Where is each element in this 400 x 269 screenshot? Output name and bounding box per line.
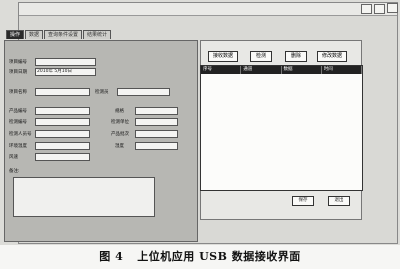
field-label: 规格 <box>115 109 124 114</box>
project-date-field[interactable]: 2010年 5月10日 <box>35 68 96 76</box>
field-label: 项目编号 <box>9 60 27 65</box>
inspector-id-field[interactable] <box>35 130 90 138</box>
product-number-field[interactable] <box>35 107 90 115</box>
field-label: 检测人员号 <box>9 132 32 137</box>
table-header: 序号 通道 数据 时间 <box>201 66 362 74</box>
product-batch-field[interactable] <box>135 130 178 138</box>
data-table[interactable]: 序号 通道 数据 时间 <box>200 65 363 191</box>
humidity-field[interactable] <box>135 142 178 150</box>
figure-caption: 图 4 上位机应用 USB 数据接收界面 <box>0 248 400 264</box>
project-number-field[interactable] <box>35 58 96 66</box>
temperature-field[interactable] <box>35 142 90 150</box>
field-label: 项目日期 <box>9 70 27 75</box>
close-icon[interactable] <box>387 3 398 13</box>
maximize-icon[interactable] <box>374 4 385 14</box>
field-label: 检测单位 <box>111 120 129 125</box>
test-unit-field[interactable] <box>135 118 178 126</box>
test-number-field[interactable] <box>35 118 90 126</box>
field-label: 环境温度 <box>9 144 27 149</box>
check-button[interactable]: 检测 <box>250 51 272 62</box>
field-label: 产品批次 <box>111 132 129 137</box>
edit-data-button[interactable]: 修改数据 <box>317 51 347 62</box>
inspector-field[interactable] <box>117 88 170 96</box>
field-label: 检测员 <box>95 90 109 95</box>
project-name-field[interactable] <box>35 88 90 96</box>
notes-label: 备注: <box>9 169 20 174</box>
tab-query-settings[interactable]: 查询条件设置 <box>44 30 83 39</box>
wind-speed-field[interactable] <box>35 153 90 161</box>
tab-operate[interactable]: 操作 <box>6 30 25 39</box>
column-header: 数据 <box>282 66 322 74</box>
field-label: 项目名称 <box>9 90 27 95</box>
field-label: 检测编号 <box>9 120 27 125</box>
figure-title: 上位机应用 USB 数据接收界面 <box>137 250 301 263</box>
tab-statistics[interactable]: 结果统计 <box>83 30 112 39</box>
tab-bar: 操作 数据 查询条件设置 结果统计 <box>6 30 112 39</box>
minimize-icon[interactable] <box>361 4 372 14</box>
column-header: 序号 <box>201 66 242 74</box>
exit-button[interactable]: 退出 <box>328 196 350 206</box>
column-header: 通道 <box>241 66 282 74</box>
spec-field[interactable] <box>135 107 178 115</box>
save-button[interactable]: 保存 <box>292 196 314 206</box>
form-panel: 项目编号 项目日期 2010年 5月10日 项目名称 检测员 产品编号 规格 检… <box>4 40 198 242</box>
field-label: 产品编号 <box>9 109 27 114</box>
receive-data-button[interactable]: 接收数据 <box>208 51 238 62</box>
delete-button[interactable]: 删除 <box>285 51 307 62</box>
field-label: 风速 <box>9 155 18 160</box>
title-bar <box>19 3 398 16</box>
field-label: 湿度 <box>115 144 124 149</box>
tab-data[interactable]: 数据 <box>25 30 44 39</box>
notes-textarea[interactable] <box>13 177 155 217</box>
figure-number: 图 4 <box>99 250 124 263</box>
column-header: 时间 <box>322 66 362 74</box>
